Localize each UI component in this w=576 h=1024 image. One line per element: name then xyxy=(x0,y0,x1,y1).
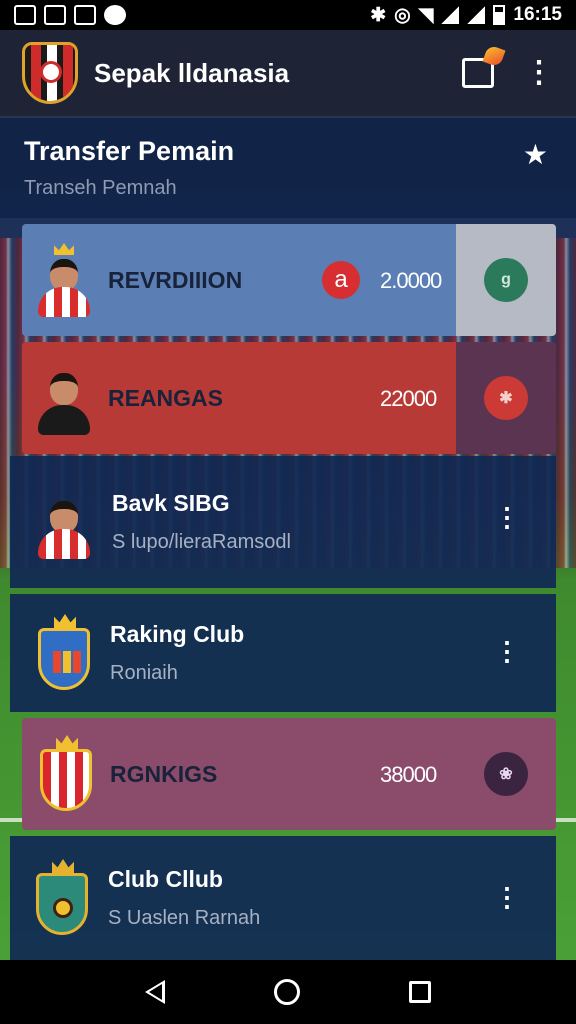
row-name: Raking Club xyxy=(110,621,245,647)
club-cell[interactable]: g xyxy=(456,224,556,336)
transfer-row[interactable]: Raking Club Roniaih ⋮ xyxy=(10,594,556,712)
row-menu-icon[interactable]: ⋮ xyxy=(494,884,520,910)
row-subtitle: Roniaih xyxy=(110,662,178,684)
row-name: Bavk SIBG xyxy=(112,490,230,516)
overflow-menu-icon[interactable]: ⋮ xyxy=(524,58,554,88)
club-logo xyxy=(34,859,90,937)
transfer-row[interactable]: REVRDIIION a 2.0000 g xyxy=(22,224,556,336)
star-icon[interactable]: ★ xyxy=(523,138,548,171)
share-icon[interactable] xyxy=(462,58,494,88)
player-avatar xyxy=(34,243,94,317)
bluetooth-icon: ✱ xyxy=(370,4,387,26)
app-logo xyxy=(22,42,78,104)
club-logo xyxy=(36,614,92,692)
row-value: 2.0000 xyxy=(380,268,442,293)
wifi-icon: ◥ xyxy=(418,4,434,26)
alarm-icon: ◎ xyxy=(394,4,411,26)
row-subtitle: S lupo/lieraRamsodl xyxy=(112,531,291,553)
row-value: 22000 xyxy=(380,386,437,411)
home-icon[interactable] xyxy=(273,979,300,1005)
player-avatar xyxy=(34,487,94,559)
section-subtitle: Transeh Pemnah xyxy=(24,177,177,199)
navigation-bar xyxy=(0,960,576,1024)
signal-icon xyxy=(441,6,460,24)
transfer-row[interactable]: Club Cllub S Uaslen Rarnah ⋮ xyxy=(10,836,556,960)
stats-notification-icon xyxy=(14,5,36,25)
club-seal-icon: ❀ xyxy=(484,752,528,796)
club-seal-icon: ✱ xyxy=(484,376,528,420)
row-name: Club Cllub xyxy=(108,866,223,892)
battery-icon xyxy=(493,5,506,25)
transfer-row[interactable]: RGNKIGS 38000 ❀ xyxy=(22,718,556,830)
notification-icons xyxy=(14,5,126,25)
image-notification-icon xyxy=(44,5,66,25)
status-right: ✱ ◎ ◥ 16:15 xyxy=(370,4,562,27)
app-title: Sepak lldanasia xyxy=(94,57,290,88)
club-cell[interactable]: ❀ xyxy=(456,718,556,830)
transfer-row[interactable]: REANGAS 22000 ✱ xyxy=(22,342,556,454)
transfer-row[interactable]: Bavk SIBG S lupo/lieraRamsodl ⋮ xyxy=(10,456,556,588)
club-logo xyxy=(38,735,94,813)
row-subtitle: S Uaslen Rarnah xyxy=(108,907,261,929)
row-name: RGNKIGS xyxy=(110,760,218,787)
row-name: REANGAS xyxy=(108,384,224,411)
row-menu-icon[interactable]: ⋮ xyxy=(494,638,520,664)
player-avatar xyxy=(34,363,94,435)
club-cell[interactable]: ✱ xyxy=(456,342,556,454)
section-header: Transfer Pemain Transeh Pemnah ★ xyxy=(0,118,576,218)
row-menu-icon[interactable]: ⋮ xyxy=(494,504,520,530)
club-seal-icon: g xyxy=(484,258,528,302)
status-bar: ✱ ◎ ◥ 16:15 xyxy=(0,0,576,30)
signal-icon-2 xyxy=(467,6,486,24)
app-notification-icon xyxy=(104,5,126,25)
app-bar: Sepak lldanasia ⋮ xyxy=(0,30,576,118)
back-icon[interactable] xyxy=(144,980,165,1004)
blocked-notification-icon xyxy=(74,5,96,25)
row-value: 38000 xyxy=(380,762,437,787)
section-title: Transfer Pemain xyxy=(24,136,235,166)
status-time: 16:15 xyxy=(513,4,562,25)
row-name: REVRDIIION xyxy=(108,266,243,293)
recents-icon[interactable] xyxy=(409,981,432,1003)
row-badge: a xyxy=(322,261,360,299)
